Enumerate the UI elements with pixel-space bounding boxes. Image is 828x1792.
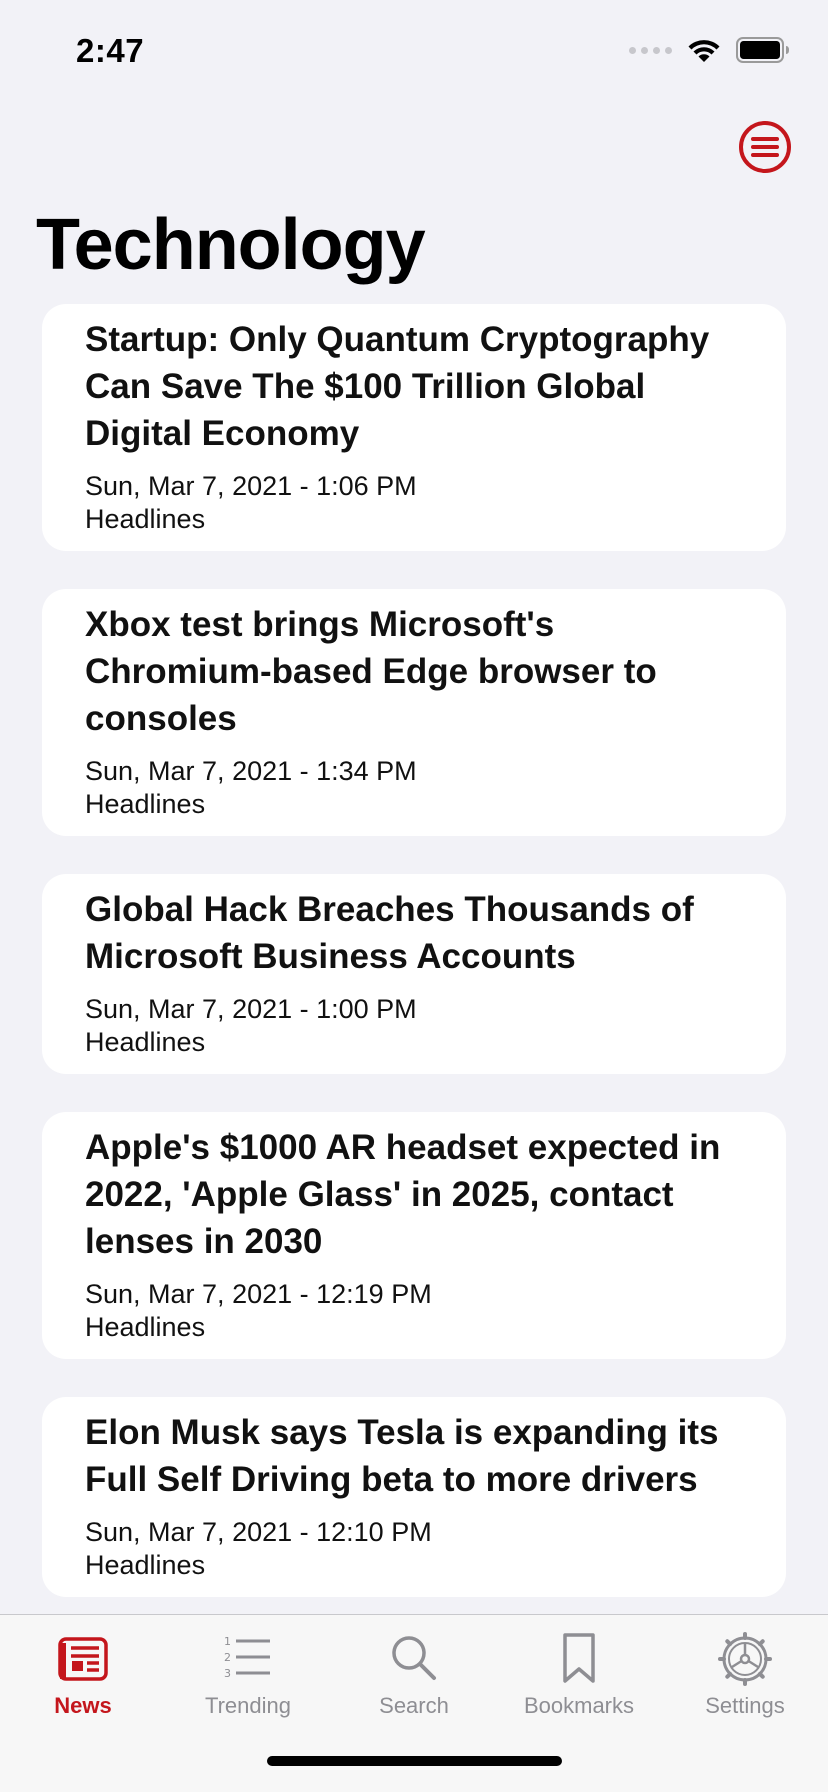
article-title: Xbox test brings Microsoft's Chromium-ba… xyxy=(85,605,657,738)
tab-settings[interactable]: Settings xyxy=(662,1631,828,1731)
article-date: Sun, Mar 7, 2021 - 1:06 PM xyxy=(85,471,417,501)
home-indicator[interactable] xyxy=(267,1756,562,1766)
article-source: Headlines xyxy=(85,1027,206,1057)
tab-news[interactable]: News xyxy=(0,1631,166,1731)
article-card[interactable]: Startup: Only Quantum Cryptography Can S… xyxy=(42,304,786,551)
status-icons xyxy=(629,36,790,64)
article-card[interactable]: Elon Musk says Tesla is expanding its Fu… xyxy=(42,1397,786,1597)
magnifier-icon xyxy=(392,1636,436,1680)
article-title: Apple's $1000 AR headset expected in 202… xyxy=(85,1128,721,1261)
tab-bookmarks[interactable]: Bookmarks xyxy=(496,1631,662,1731)
article-title: Startup: Only Quantum Cryptography Can S… xyxy=(85,320,710,453)
article-source: Headlines xyxy=(85,789,206,819)
page-title: Technology xyxy=(36,205,426,285)
numbered-list-icon: 1 2 3 xyxy=(224,1635,270,1680)
tab-label: Settings xyxy=(705,1693,785,1718)
article-date: Sun, Mar 7, 2021 - 1:00 PM xyxy=(85,994,417,1024)
status-bar: 2:47 xyxy=(0,0,828,100)
tab-label: News xyxy=(54,1693,112,1718)
article-source: Headlines xyxy=(85,1550,206,1580)
article-feed: Startup: Only Quantum Cryptography Can S… xyxy=(42,304,786,1635)
svg-text:3: 3 xyxy=(224,1667,231,1680)
tab-label: Bookmarks xyxy=(523,1693,635,1718)
article-title: Elon Musk says Tesla is expanding its Fu… xyxy=(85,1413,719,1499)
tab-trending[interactable]: 1 2 3 Trending xyxy=(165,1631,331,1731)
menu-button[interactable] xyxy=(738,120,792,174)
cellular-signal-icon xyxy=(629,46,672,54)
svg-text:2: 2 xyxy=(224,1651,231,1664)
article-source: Headlines xyxy=(85,504,206,534)
wifi-icon xyxy=(688,40,720,62)
battery-icon xyxy=(736,37,789,63)
article-date: Sun, Mar 7, 2021 - 12:19 PM xyxy=(85,1279,432,1309)
article-date: Sun, Mar 7, 2021 - 12:10 PM xyxy=(85,1517,432,1547)
svg-text:1: 1 xyxy=(224,1635,231,1648)
menu-icon xyxy=(739,121,791,173)
tab-search[interactable]: Search xyxy=(331,1631,497,1731)
news-screen: 2:47 Technology Startup: Only Quantum Cr… xyxy=(0,0,828,1792)
newspaper-icon xyxy=(58,1637,108,1681)
status-time: 2:47 xyxy=(76,32,145,69)
tab-label: Search xyxy=(379,1693,449,1718)
bookmark-icon xyxy=(563,1633,595,1683)
gear-icon xyxy=(718,1632,772,1686)
article-card[interactable]: Apple's $1000 AR headset expected in 202… xyxy=(42,1112,786,1359)
article-source: Headlines xyxy=(85,1312,206,1342)
article-card[interactable]: Global Hack Breaches Thousands of Micros… xyxy=(42,874,786,1074)
article-date: Sun, Mar 7, 2021 - 1:34 PM xyxy=(85,756,417,786)
tab-label: Trending xyxy=(204,1693,291,1718)
article-card[interactable]: Xbox test brings Microsoft's Chromium-ba… xyxy=(42,589,786,836)
article-title: Global Hack Breaches Thousands of Micros… xyxy=(85,890,694,976)
